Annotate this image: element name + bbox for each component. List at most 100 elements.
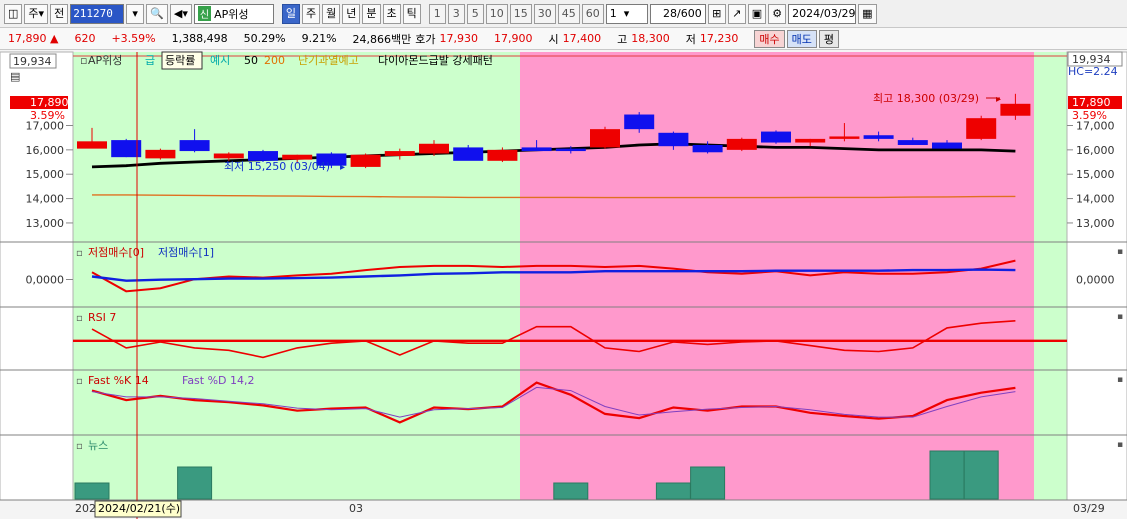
panel-legend-label: 저점매수[1] [158, 246, 214, 259]
highlight-zone-pink [520, 52, 1034, 500]
panel-close-icon: ▪ [1117, 312, 1123, 322]
minute-select-value: 1 [609, 7, 617, 20]
news-bar [74, 482, 110, 500]
x-axis-month-label: 03 [349, 502, 363, 515]
panel-legend-square-icon: ▫ [76, 248, 83, 259]
candle-body [829, 136, 860, 139]
chart-type-icon[interactable]: ◫ [4, 3, 23, 24]
trade-amount: 24,866백만 [352, 32, 412, 46]
ask-label: 호가 [415, 32, 436, 46]
price-value: 17,890 [8, 32, 47, 45]
speaker-icon[interactable]: ◀▾ [169, 3, 192, 24]
data-count-field[interactable]: 28/600 [649, 3, 706, 24]
minute-10[interactable]: 10 [485, 3, 508, 24]
mode-select-a[interactable]: 주 ▾ [24, 3, 49, 24]
crosshair-icon[interactable]: ⊞ [707, 3, 726, 24]
candle-body [282, 154, 313, 160]
news-bar [553, 482, 589, 500]
stock-code-input[interactable]: 211270 [70, 3, 125, 24]
candle-body [863, 135, 894, 139]
high-label: 고 [617, 32, 628, 46]
panel-legend-label: 저점매수[0] [88, 246, 144, 259]
price-tick-label-right: 13,000 [1076, 217, 1115, 230]
quote-bar: 17,890 ▲ 620 +3.59% 1,388,498 50.29% 9.2… [0, 28, 1127, 50]
annotation-high-arrowhead-icon: ▸ [996, 94, 1001, 105]
eval-button[interactable]: 평 [818, 29, 840, 48]
news-bar [690, 466, 726, 500]
left-toggle-icon[interactable]: ▤ [10, 70, 20, 83]
candle-body [487, 149, 518, 161]
minute-select[interactable]: 1 ▾ [605, 3, 648, 24]
minute-45[interactable]: 45 [557, 3, 580, 24]
period-day[interactable]: 일 [281, 3, 300, 24]
price-tick-label-right: 16,000 [1076, 144, 1115, 157]
date-field[interactable]: 2024/03/29 [788, 3, 857, 24]
price-tick-label-right: 14,000 [1076, 193, 1115, 206]
period-week[interactable]: 주 [302, 3, 321, 24]
open-label: 시 [548, 32, 559, 46]
minute-60[interactable]: 60 [581, 3, 604, 24]
candle-body [932, 142, 962, 149]
low-price: 17,230 [699, 32, 739, 45]
left-current-tag-text: 17,890 [30, 96, 69, 109]
minute-5[interactable]: 5 [466, 3, 484, 24]
sell-button[interactable]: 매도 [786, 29, 817, 48]
panel-close-icon: ▪ [1117, 247, 1123, 257]
candle-body [145, 149, 176, 159]
legend-square-icon: ▫ [80, 54, 87, 67]
period-tick[interactable]: 틱 [402, 3, 421, 24]
annotation-high: 최고 18,300 (03/29) [873, 92, 979, 105]
period-month[interactable]: 월 [322, 3, 341, 24]
chart-area[interactable]: 13,000 13,000 14,000 14,000 15,000 15,000 16,0… [0, 50, 1127, 519]
candle-body [179, 140, 210, 152]
chart-svg[interactable]: 13,000 13,000 14,000 14,000 15,000 15,000 16,0… [0, 50, 1127, 519]
annotation-low: 최저 15,250 (03/04) [224, 160, 330, 173]
high-price: 18,300 [631, 32, 670, 45]
period-second[interactable]: 초 [382, 3, 401, 24]
mode-a-label: 주 [28, 7, 39, 20]
period-year[interactable]: 년 [342, 3, 361, 24]
bid-price: 17,900 [494, 32, 533, 45]
gear-icon[interactable]: ⚙ [768, 3, 787, 24]
stock-chart-window: ◫ 주 ▾ 전 211270 ▾ 🔍 ◀▾ 신 AP위성 일 주 월 년 분 초 … [0, 0, 1127, 519]
right-current-pct: 3.59% [1072, 109, 1107, 122]
indicator-tick-label-right: 0,0000 [1076, 274, 1115, 287]
annotation-low-arrowhead-icon: ▸ [340, 162, 345, 173]
minute-3[interactable]: 3 [447, 3, 465, 24]
save-icon[interactable]: ▣ [747, 3, 767, 24]
minute-1[interactable]: 1 [428, 3, 446, 24]
candle-body [761, 131, 791, 143]
mode-button-b[interactable]: 전 [50, 3, 69, 24]
panel-legend-square-icon: ▫ [76, 441, 83, 452]
draw-tool-icon[interactable]: ↗ [727, 3, 746, 24]
minute-30[interactable]: 30 [533, 3, 556, 24]
candle-body [624, 114, 655, 130]
low-label: 저 [685, 32, 696, 46]
candle-body [692, 144, 723, 153]
up-arrow-icon: ▲ [50, 32, 59, 45]
search-icon[interactable]: 🔍 [146, 3, 168, 24]
left-current-pct: 3.59% [30, 109, 65, 122]
stock-name-field[interactable]: 신 AP위성 [193, 3, 274, 24]
candle-body [1000, 103, 1031, 116]
volume-ratio: 50.29% [243, 32, 286, 45]
price-tick-label-left: 14,000 [26, 193, 65, 206]
period-minute[interactable]: 분 [362, 3, 381, 24]
calendar-icon[interactable]: ▦ [858, 3, 877, 24]
buy-button[interactable]: 매수 [754, 29, 785, 48]
candle-body [453, 147, 484, 161]
x-axis-first-label: 202 [75, 502, 96, 515]
legend-item-2: 급 [145, 54, 155, 67]
candle-body [350, 154, 381, 167]
code-dropdown-button[interactable]: ▾ [126, 3, 145, 24]
left-high-tag-text: 19,934 [13, 55, 52, 68]
candle-body [213, 153, 244, 159]
volume: 1,388,498 [171, 32, 228, 45]
panel-close-icon: ▪ [1117, 375, 1123, 385]
right-current-tag-text: 17,890 [1072, 96, 1111, 109]
legend-item-4: 50 [244, 54, 258, 67]
minute-15[interactable]: 15 [509, 3, 532, 24]
news-bar [963, 450, 999, 500]
news-bar [655, 482, 691, 500]
price-tick-label-right: 15,000 [1076, 168, 1115, 181]
